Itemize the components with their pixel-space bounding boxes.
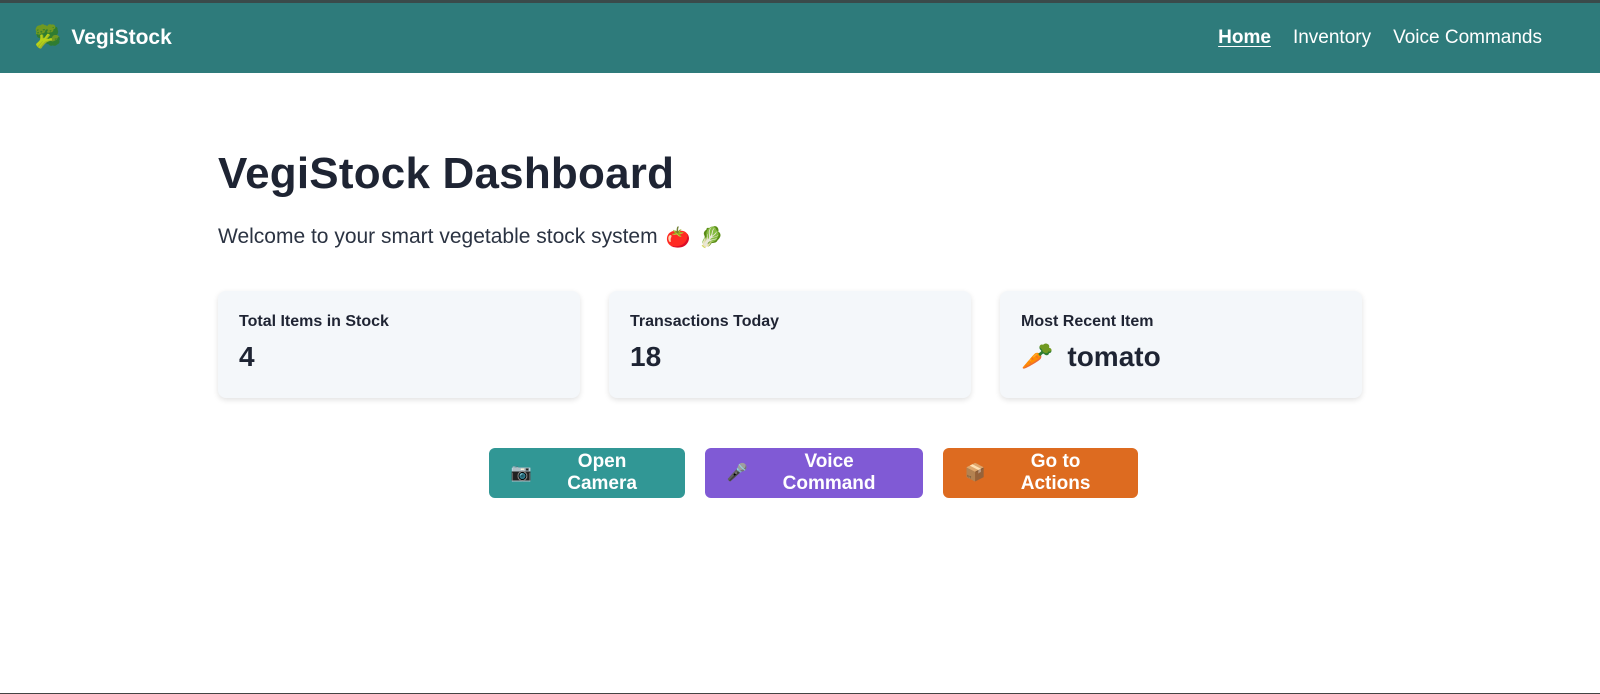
total-items-value: 4: [239, 341, 255, 372]
page-title: VegiStock Dashboard: [218, 149, 675, 198]
camera-icon: 📷: [510, 463, 532, 483]
transactions-value: 18: [630, 341, 662, 372]
subtitle-text: Welcome to your smart vegetable stock sy…: [218, 225, 658, 248]
button-label: Open Camera: [567, 451, 637, 494]
subtitle: Welcome to your smart vegetable stock sy…: [218, 225, 1384, 249]
stat-card-total-items: Total Items in Stock 4: [218, 291, 580, 398]
go-to-actions-button[interactable]: 📦 Go to Actions: [942, 448, 1138, 498]
broccoli-icon: 🥦: [34, 25, 62, 50]
card-value: 4: [239, 341, 559, 373]
navbar: 🥦 VegiStock Home Inventory Voice Command…: [0, 3, 1600, 73]
stat-card-recent-item: Most Recent Item 🥕 tomato: [1000, 291, 1362, 398]
tomato-icon: 🍅: [665, 225, 691, 249]
card-label: Most Recent Item: [1021, 313, 1154, 330]
card-value: 18: [630, 341, 950, 373]
card-label: Total Items in Stock: [239, 313, 389, 330]
nav-links: Home Inventory Voice Commands: [1218, 27, 1542, 49]
brand-name: VegiStock: [71, 26, 172, 49]
nav-link-home[interactable]: Home: [1218, 27, 1271, 49]
stat-card-transactions: Transactions Today 18: [609, 291, 971, 398]
carrot-icon: 🥕: [1021, 342, 1054, 372]
nav-link-inventory[interactable]: Inventory: [1293, 27, 1371, 49]
stats-cards: Total Items in Stock 4 Transactions Toda…: [218, 291, 1384, 398]
voice-command-button[interactable]: 🎤 Voice Command: [704, 448, 923, 498]
button-label: Voice Command: [782, 451, 876, 494]
open-camera-button[interactable]: 📷 Open Camera: [488, 448, 685, 498]
recent-item-value: tomato: [1067, 341, 1161, 372]
nav-link-voice-commands[interactable]: Voice Commands: [1393, 27, 1542, 49]
lettuce-icon: 🥬: [698, 225, 724, 249]
microphone-icon: 🎤: [726, 463, 748, 483]
package-icon: 📦: [964, 463, 986, 483]
main-content: VegiStock Dashboard Welcome to your smar…: [218, 73, 1384, 498]
brand[interactable]: 🥦 VegiStock: [34, 26, 172, 50]
button-label: Go to Actions: [1020, 451, 1091, 494]
card-value: 🥕 tomato: [1021, 341, 1341, 373]
action-buttons: 📷 Open Camera 🎤 Voice Command 📦 Go to Ac…: [218, 448, 1384, 498]
card-label: Transactions Today: [630, 313, 780, 330]
